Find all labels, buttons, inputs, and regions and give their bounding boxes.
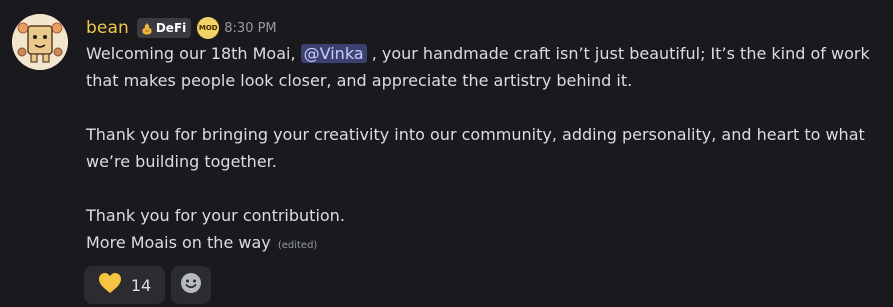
smiley-icon: [180, 272, 202, 298]
message-paragraph-3-line-2: More Moais on the way (edited): [86, 229, 886, 259]
message-content: Welcoming our 18th Moai, @Vinka , your h…: [86, 40, 886, 259]
reactions-bar: 14: [84, 266, 211, 304]
mod-badge-icon: MOD: [197, 17, 220, 39]
reaction-yellow-heart[interactable]: 14: [84, 266, 165, 304]
user-mention[interactable]: @Vinka: [300, 44, 367, 63]
timestamp[interactable]: 8:30 PM: [224, 21, 276, 36]
yellow-heart-icon: [98, 272, 122, 298]
avatar-character-icon: [12, 14, 68, 70]
role-tag-label: DeFi: [155, 21, 187, 35]
mod-badge-label: MOD: [198, 24, 218, 32]
flame-bag-icon: [141, 22, 153, 35]
message-text: More Moais on the way: [86, 233, 271, 252]
message-paragraph-2: Thank you for bringing your creativity i…: [86, 125, 865, 171]
add-reaction-button[interactable]: [171, 266, 211, 304]
message-header: bean DeFi MOD 8:30 PM: [86, 16, 277, 40]
reaction-count: 14: [130, 275, 152, 295]
message-text: Welcoming our 18th Moai,: [86, 44, 301, 63]
message-paragraph-3-line-1: Thank you for your contribution.: [86, 206, 345, 225]
edited-label: (edited): [277, 240, 318, 251]
chat-message: bean DeFi MOD 8:30 PM Welcoming our 18th…: [0, 0, 893, 307]
message-paragraph-1: Welcoming our 18th Moai, @Vinka , your h…: [86, 40, 886, 94]
role-tag[interactable]: DeFi: [136, 18, 192, 38]
user-avatar[interactable]: [12, 14, 68, 70]
username[interactable]: bean: [86, 18, 129, 38]
